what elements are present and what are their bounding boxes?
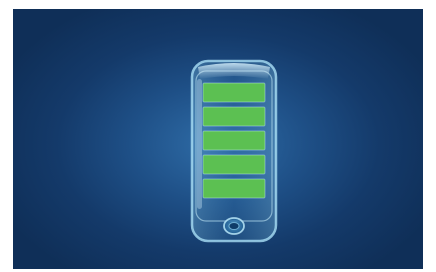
battery-bars [202, 82, 266, 199]
battery-bar [202, 154, 266, 175]
background-panel [13, 9, 423, 269]
home-button-inner [228, 222, 240, 230]
battery-bar [202, 178, 266, 199]
battery-bar [202, 106, 266, 127]
battery-phone-icon [188, 57, 280, 245]
battery-bar [202, 82, 266, 103]
battery-bar [202, 130, 266, 151]
glass-side-highlight [197, 79, 202, 209]
